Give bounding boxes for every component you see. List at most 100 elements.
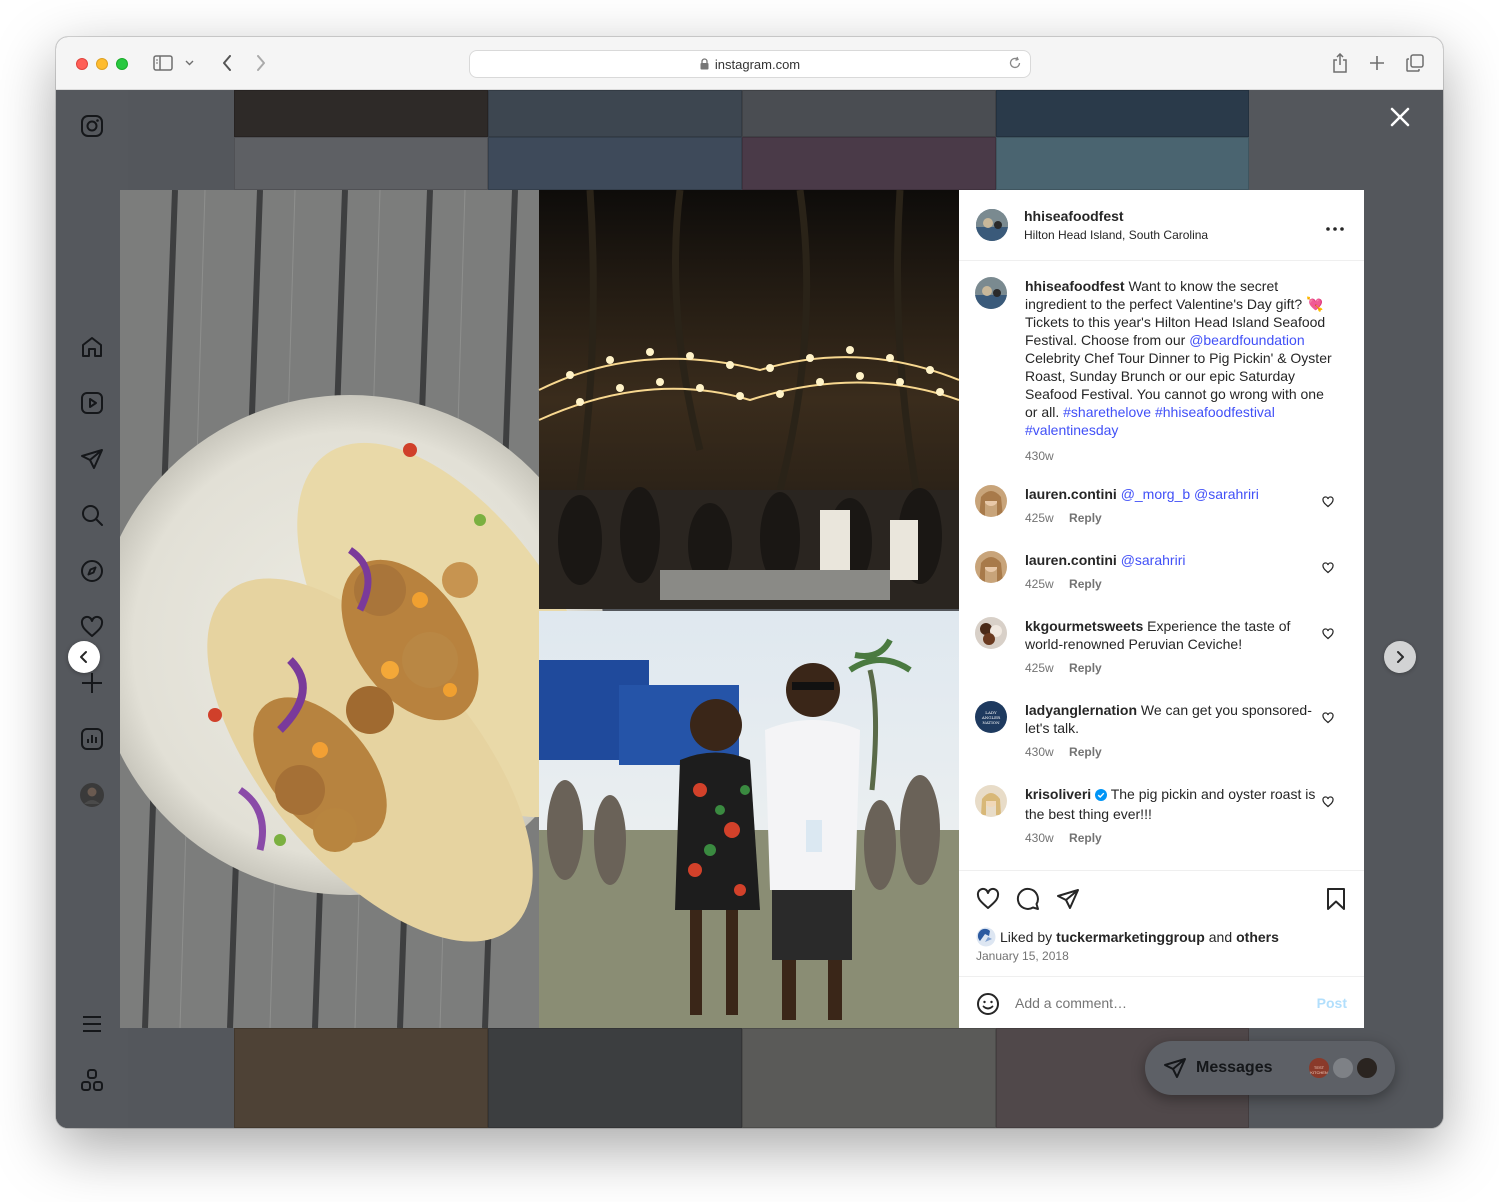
like-comment-icon[interactable] xyxy=(1322,495,1334,508)
previous-post-button[interactable] xyxy=(68,641,100,673)
direct-icon[interactable] xyxy=(78,445,106,473)
liked-by-prefix: Liked by xyxy=(1000,929,1053,945)
verified-badge-icon xyxy=(1095,787,1108,805)
comment-mention[interactable]: @sarahriri xyxy=(1194,486,1259,502)
commenter-avatar[interactable] xyxy=(975,617,1007,649)
profile-avatar[interactable] xyxy=(78,781,106,809)
liker-avatar[interactable] xyxy=(976,927,996,947)
reply-button[interactable]: Reply xyxy=(1069,831,1102,845)
comment-icon[interactable] xyxy=(1016,887,1040,911)
zoom-window-button[interactable] xyxy=(116,58,128,70)
comment-username[interactable]: ladyanglernation xyxy=(1025,702,1137,718)
caption-age[interactable]: 430w xyxy=(1025,447,1335,465)
create-icon[interactable] xyxy=(78,669,106,697)
menu-icon[interactable] xyxy=(78,1010,106,1038)
close-window-button[interactable] xyxy=(76,58,88,70)
grid-thumbnail[interactable] xyxy=(234,137,488,190)
comment-input[interactable] xyxy=(1015,993,1295,1013)
comment-age[interactable]: 425w xyxy=(1025,577,1054,591)
share-icon[interactable] xyxy=(1056,887,1080,911)
reply-button[interactable]: Reply xyxy=(1069,661,1102,675)
like-comment-icon[interactable] xyxy=(1322,561,1334,574)
post-date[interactable]: January 15, 2018 xyxy=(976,949,1069,963)
emoji-icon[interactable] xyxy=(976,992,1000,1021)
comment-username[interactable]: krisoliveri xyxy=(1025,786,1091,802)
browser-window: instagram.com hhiseafoodfest Hilton Head… xyxy=(56,37,1443,1128)
caption-mention[interactable]: @beardfoundation xyxy=(1189,332,1304,348)
forward-icon[interactable] xyxy=(250,52,272,74)
grid-thumbnail[interactable] xyxy=(488,1028,742,1128)
comment-age[interactable]: 425w xyxy=(1025,661,1054,675)
reply-button[interactable]: Reply xyxy=(1069,577,1102,591)
grid-thumbnail[interactable] xyxy=(742,90,996,137)
reply-button[interactable]: Reply xyxy=(1069,511,1102,525)
comment-age[interactable]: 430w xyxy=(1025,745,1054,759)
post-actions: Liked by tuckermarketinggroup and others… xyxy=(959,870,1364,976)
comment-username[interactable]: kkgourmetsweets xyxy=(1025,618,1143,634)
post-comment-button[interactable]: Post xyxy=(1317,995,1347,1011)
more-options-icon[interactable] xyxy=(1326,218,1344,236)
url-text: instagram.com xyxy=(714,56,801,72)
grid-thumbnail[interactable] xyxy=(996,90,1249,137)
share-icon[interactable] xyxy=(1329,52,1351,74)
comment-username[interactable]: lauren.contini xyxy=(1025,552,1117,568)
grid-thumbnail[interactable] xyxy=(234,1028,488,1128)
author-username[interactable]: hhiseafoodfest xyxy=(1024,208,1124,224)
messages-bar[interactable]: Messages TEST KITCHEN xyxy=(1145,1041,1395,1095)
post-details-panel: hhiseafoodfest Hilton Head Island, South… xyxy=(959,190,1364,1028)
reply-button[interactable]: Reply xyxy=(1069,745,1102,759)
save-icon[interactable] xyxy=(1324,887,1348,911)
browser-toolbar: instagram.com xyxy=(56,37,1443,90)
close-icon[interactable] xyxy=(1389,106,1411,128)
instagram-icon[interactable] xyxy=(78,112,106,140)
caption-hashtag[interactable]: #hhiseafoodfestival xyxy=(1155,404,1275,420)
commenter-avatar[interactable]: LADY ANGLER NATION xyxy=(975,701,1007,733)
grid-thumbnail[interactable] xyxy=(488,90,742,137)
search-icon[interactable] xyxy=(78,501,106,529)
like-icon[interactable] xyxy=(976,887,1000,911)
caption-hashtag[interactable]: #sharethelove xyxy=(1063,404,1151,420)
more-icon[interactable] xyxy=(78,1066,106,1094)
grid-thumbnail[interactable] xyxy=(996,137,1249,190)
grid-thumbnail[interactable] xyxy=(742,137,996,190)
address-bar[interactable]: instagram.com xyxy=(469,50,1031,78)
insights-icon[interactable] xyxy=(78,725,106,753)
caption-hashtag[interactable]: #valentinesday xyxy=(1025,422,1118,438)
like-comment-icon[interactable] xyxy=(1322,711,1334,724)
comment-mention[interactable]: @_morg_b xyxy=(1121,486,1190,502)
comment-mention[interactable]: @sarahriri xyxy=(1121,552,1186,568)
chevron-down-icon[interactable] xyxy=(182,52,196,74)
like-comment-icon[interactable] xyxy=(1322,627,1334,640)
comment-username[interactable]: lauren.contini xyxy=(1025,486,1117,502)
like-comment-icon[interactable] xyxy=(1322,795,1334,808)
avatar-logo-text: LADY ANGLER NATION xyxy=(981,709,1001,725)
commenter-avatar[interactable] xyxy=(975,785,1007,817)
reels-icon[interactable] xyxy=(78,389,106,417)
sidebar-toggle-icon[interactable] xyxy=(152,52,174,74)
liked-by-others[interactable]: others xyxy=(1236,928,1279,946)
next-post-button[interactable] xyxy=(1384,641,1416,673)
comment-age[interactable]: 425w xyxy=(1025,511,1054,525)
grid-thumbnail[interactable] xyxy=(488,137,742,190)
heart-icon[interactable] xyxy=(78,613,106,641)
liked-by-user[interactable]: tuckermarketinggroup xyxy=(1056,928,1205,946)
post-location[interactable]: Hilton Head Island, South Carolina xyxy=(1024,228,1208,242)
tab-overview-icon[interactable] xyxy=(1404,52,1426,74)
author-avatar[interactable] xyxy=(975,277,1007,309)
commenter-avatar[interactable] xyxy=(975,485,1007,517)
back-icon[interactable] xyxy=(216,52,238,74)
comment-age[interactable]: 430w xyxy=(1025,831,1054,845)
avatar xyxy=(1355,1056,1379,1080)
new-tab-icon[interactable] xyxy=(1366,52,1388,74)
grid-thumbnail[interactable] xyxy=(742,1028,996,1128)
author-avatar[interactable] xyxy=(976,209,1008,241)
caption-username[interactable]: hhiseafoodfest xyxy=(1025,278,1125,294)
commenter-avatar[interactable] xyxy=(975,551,1007,583)
home-icon[interactable] xyxy=(78,333,106,361)
explore-icon[interactable] xyxy=(78,557,106,585)
avatar-logo-text: TEST KITCHEN xyxy=(1310,1065,1328,1075)
minimize-window-button[interactable] xyxy=(96,58,108,70)
grid-thumbnail[interactable] xyxy=(234,90,488,137)
reload-icon[interactable] xyxy=(1008,56,1022,73)
post-image[interactable] xyxy=(120,190,959,1028)
